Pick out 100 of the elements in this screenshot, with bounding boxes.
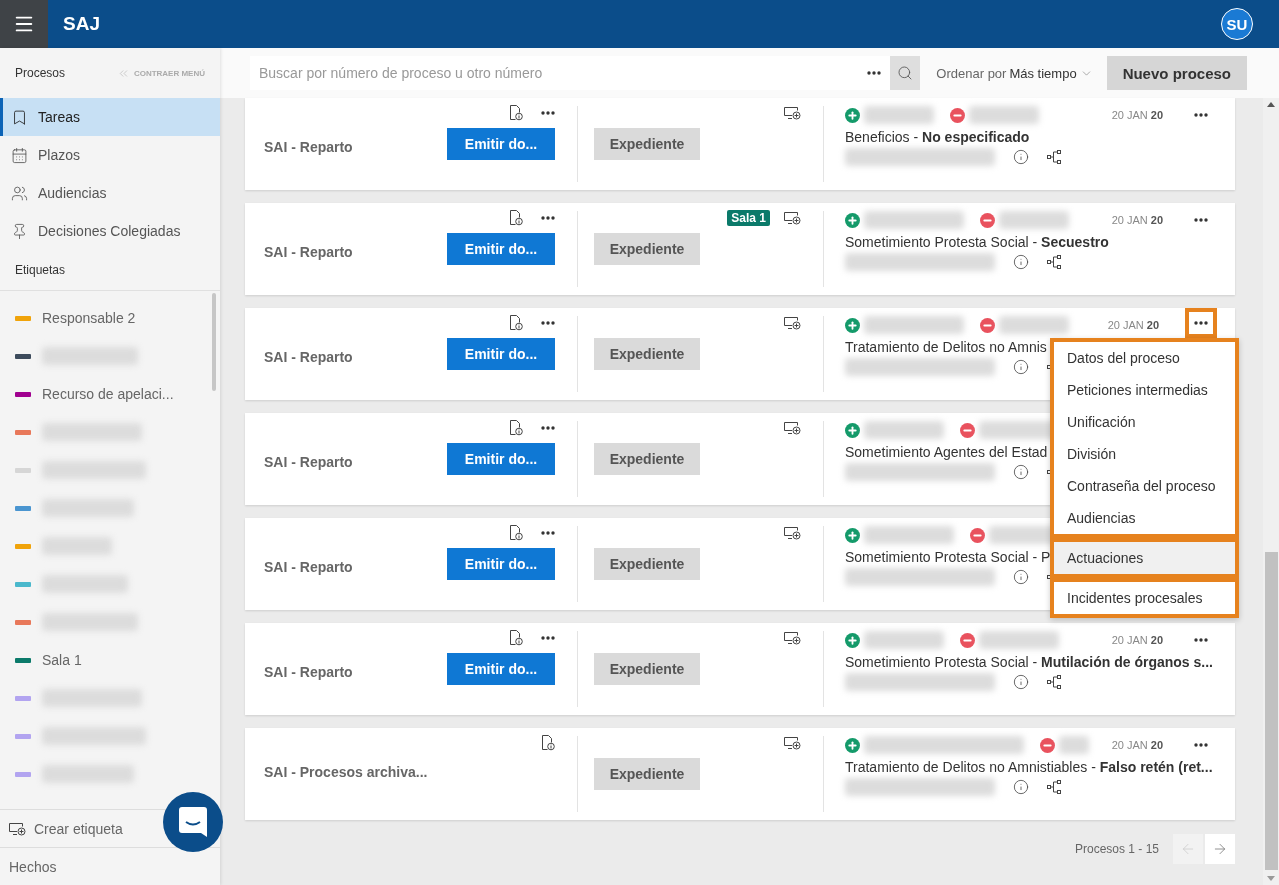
add-party-icon[interactable]	[845, 107, 860, 123]
scroll-up-icon[interactable]	[1267, 102, 1275, 107]
tag-item[interactable]: Sala 1	[42, 652, 82, 668]
add-party-icon[interactable]	[845, 527, 860, 543]
remove-party-icon[interactable]	[970, 527, 985, 543]
process-subject: Sometimiento Protesta Social - Secuestro	[845, 234, 1109, 250]
monitor-plus-icon[interactable]	[784, 106, 801, 120]
remove-party-icon[interactable]	[980, 212, 995, 228]
process-title: SAI - Reparto	[264, 139, 353, 155]
new-process-button[interactable]: Nuevo proceso	[1106, 56, 1247, 90]
nav-item[interactable]: Plazos	[0, 136, 220, 174]
date-text: 20 JAN 20	[1111, 634, 1163, 646]
emit-document-button[interactable]: Emitir do...	[447, 653, 555, 685]
process-title: SAI - Reparto	[264, 349, 353, 365]
nav-item[interactable]: Audiencias	[0, 174, 220, 212]
document-info-icon[interactable]	[509, 315, 523, 331]
more-icon[interactable]	[541, 321, 555, 325]
section-title: Procesos	[15, 66, 66, 80]
monitor-plus-icon[interactable]	[784, 631, 801, 645]
monitor-plus-icon[interactable]	[784, 211, 801, 225]
more-icon[interactable]	[541, 636, 555, 640]
add-party-icon[interactable]	[845, 212, 860, 228]
menu-button[interactable]	[0, 0, 48, 48]
more-icon[interactable]	[541, 216, 555, 220]
file-button[interactable]: Expediente	[594, 758, 700, 790]
process-subject: Sometimiento Protesta Social - Mutilación de órganos s...	[845, 654, 1213, 670]
more-icon[interactable]	[541, 531, 555, 535]
remove-party-icon[interactable]	[980, 317, 995, 333]
pin-icon	[11, 222, 28, 240]
search-icon	[897, 65, 914, 81]
info-icon[interactable]	[1013, 674, 1029, 690]
remove-party-icon[interactable]	[960, 632, 975, 648]
emit-document-button[interactable]: Emitir do...	[447, 548, 555, 580]
user-avatar[interactable]: SU	[1221, 8, 1253, 40]
remove-party-icon[interactable]	[950, 107, 965, 123]
date-text: 20 JAN 20	[1111, 109, 1163, 121]
section-title: Etiquetas	[14, 262, 67, 279]
info-icon[interactable]	[1013, 359, 1029, 375]
hierarchy-icon[interactable]	[1047, 780, 1062, 794]
info-icon[interactable]	[1013, 779, 1029, 795]
file-button[interactable]: Expediente	[594, 338, 700, 370]
document-info-icon[interactable]	[509, 105, 523, 121]
file-button[interactable]: Expediente	[594, 653, 700, 685]
file-button[interactable]: Expediente	[594, 233, 700, 265]
hierarchy-icon[interactable]	[1047, 255, 1062, 269]
search-button[interactable]	[890, 56, 921, 90]
document-info-icon[interactable]	[509, 210, 523, 226]
process-title: SAI - Reparto	[264, 244, 353, 260]
monitor-plus-icon[interactable]	[784, 526, 801, 540]
tag-item[interactable]: Responsable 2	[42, 310, 136, 326]
add-party-icon[interactable]	[845, 737, 860, 753]
document-info-icon[interactable]	[509, 420, 523, 436]
bookmark-icon	[11, 108, 28, 126]
hierarchy-icon[interactable]	[1047, 675, 1062, 689]
remove-party-icon[interactable]	[960, 422, 975, 438]
emit-document-button[interactable]: Emitir do...	[447, 233, 555, 265]
blurred-text	[969, 106, 1039, 124]
info-icon[interactable]	[1013, 464, 1029, 480]
info-icon[interactable]	[1013, 149, 1029, 165]
file-button[interactable]: Expediente	[594, 128, 700, 160]
tag-item[interactable]: Recurso de apelaci...	[42, 386, 174, 402]
add-party-icon[interactable]	[845, 632, 860, 648]
chat-icon	[179, 807, 207, 837]
process-title: SAI - Reparto	[264, 454, 353, 470]
file-button[interactable]: Expediente	[594, 548, 700, 580]
create-tag-button[interactable]: Crear etiqueta	[0, 810, 123, 847]
monitor-plus-icon[interactable]	[784, 421, 801, 435]
more-icon[interactable]	[541, 426, 555, 430]
info-icon[interactable]	[1013, 254, 1029, 270]
monitor-plus-icon[interactable]	[9, 821, 26, 836]
tag-badge: Sala 1	[727, 210, 770, 226]
info-icon[interactable]	[1013, 569, 1029, 585]
more-icon	[1194, 113, 1208, 117]
blurred-text	[1059, 736, 1089, 754]
date-text: 20 JAN 20	[1111, 214, 1163, 226]
hierarchy-icon[interactable]	[1047, 150, 1062, 164]
nav-item[interactable]: Decisiones Colegiadas	[0, 212, 220, 250]
menu-item[interactable]: Actuaciones	[1054, 542, 1235, 574]
add-party-icon[interactable]	[845, 422, 860, 438]
monitor-plus-icon[interactable]	[784, 316, 801, 330]
monitor-plus-icon[interactable]	[784, 736, 801, 750]
app-title: SAJ	[63, 13, 101, 35]
nav-item[interactable]: Tareas	[0, 98, 220, 136]
sort-dropdown[interactable]: Ordenar por Más tiempo	[936, 65, 1093, 81]
document-info-icon[interactable]	[509, 525, 523, 541]
document-info-icon[interactable]	[541, 735, 555, 751]
more-icon	[1194, 743, 1208, 747]
remove-party-icon[interactable]	[1040, 737, 1055, 753]
scrollbar-thumb[interactable]	[212, 293, 216, 391]
blurred-text	[864, 106, 934, 124]
emit-document-button[interactable]: Emitir do...	[447, 338, 555, 370]
file-button[interactable]: Expediente	[594, 443, 700, 475]
scrollbar-thumb[interactable]	[1264, 552, 1278, 870]
emit-document-button[interactable]: Emitir do...	[447, 443, 555, 475]
add-party-icon[interactable]	[845, 317, 860, 333]
document-info-icon[interactable]	[509, 630, 523, 646]
more-icon	[1194, 638, 1208, 642]
emit-document-button[interactable]: Emitir do...	[447, 128, 555, 160]
more-icon[interactable]	[541, 111, 555, 115]
pagination-text: Procesos 1 - 15	[1074, 842, 1159, 856]
